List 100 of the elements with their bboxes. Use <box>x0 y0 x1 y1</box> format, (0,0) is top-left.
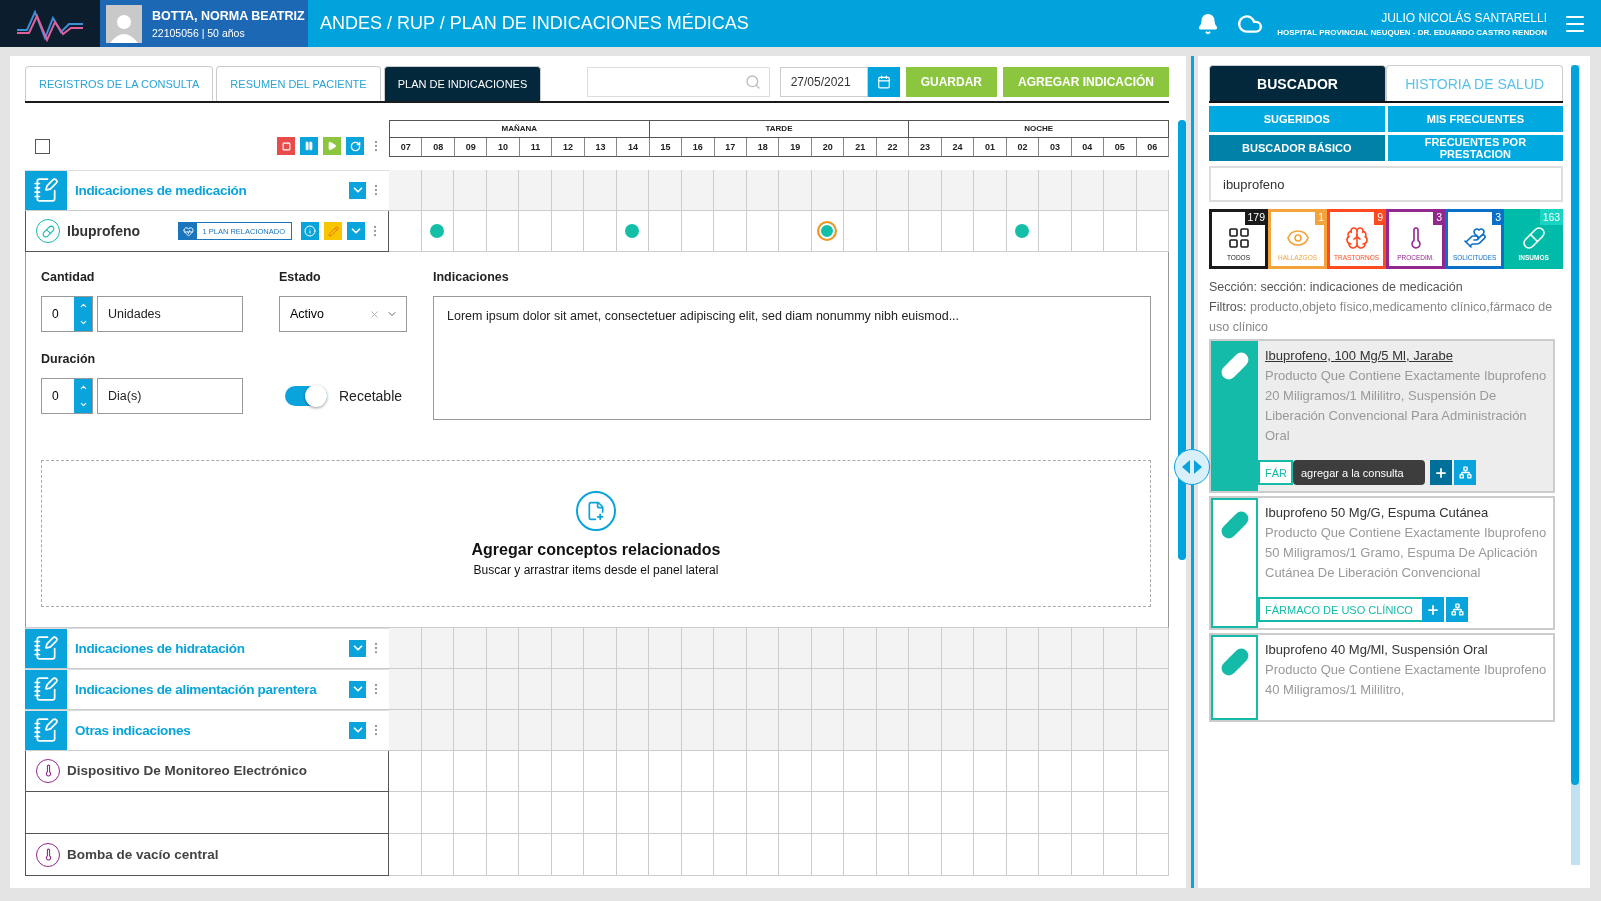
timeline-cell[interactable] <box>421 169 454 211</box>
timeline-cell[interactable] <box>974 834 1007 876</box>
timeline-cell[interactable] <box>909 668 942 710</box>
timeline-cell[interactable] <box>779 169 812 211</box>
result-card[interactable]: Ibuprofeno 50 Mg/G, Espuma Cutánea Producto Que Contiene Exactamente Ibuprofeno 50 Miligramos/1 Gramo, Espuma De Aplicación Cutánea De Liberación Convencional FÁRMACO DE USO CLÍNICO <box>1209 496 1556 630</box>
drop-zone[interactable]: Agregar conceptos relacionados Buscar y arrastrar items desde el panel lateral <box>41 460 1151 608</box>
timeline-cell[interactable] <box>974 210 1007 253</box>
timeline-cell[interactable] <box>519 750 552 793</box>
timeline-cell[interactable] <box>909 792 942 835</box>
timeline-cell[interactable] <box>454 792 487 835</box>
timeline-cell[interactable] <box>389 210 422 253</box>
timeline-cell[interactable] <box>486 628 519 669</box>
duration-unit-field[interactable]: Dia(s) <box>97 378 243 415</box>
timeline-cell[interactable] <box>974 750 1007 793</box>
timeline-cell[interactable] <box>714 169 747 211</box>
timeline-cell[interactable] <box>1006 628 1039 669</box>
timeline-cell[interactable] <box>746 792 779 835</box>
timeline-cell[interactable] <box>1039 668 1072 710</box>
timeline-cell[interactable] <box>876 628 909 669</box>
timeline-cell[interactable] <box>811 169 844 211</box>
timeline-cell[interactable] <box>909 834 942 876</box>
timeline-cell[interactable] <box>616 628 649 669</box>
timeline-cell[interactable] <box>876 834 909 876</box>
hierarchy-button[interactable] <box>1446 597 1468 622</box>
timeline-cell[interactable] <box>454 709 487 751</box>
timeline-cell[interactable] <box>941 834 974 876</box>
refresh-button[interactable] <box>346 137 364 156</box>
timeline-cell[interactable] <box>1039 169 1072 211</box>
edit-button[interactable] <box>324 222 342 241</box>
timeline-cell[interactable] <box>389 668 422 710</box>
timeline-cell[interactable] <box>681 834 714 876</box>
timeline-cell[interactable] <box>1104 668 1137 710</box>
add-button[interactable] <box>1422 597 1444 622</box>
result-title[interactable]: Ibuprofeno 50 Mg/G, Espuma Cutánea <box>1258 503 1554 523</box>
timeline-cell[interactable] <box>421 834 454 876</box>
timeline-cell[interactable] <box>551 792 584 835</box>
timeline-cell[interactable] <box>584 792 617 835</box>
timeline-cell[interactable] <box>1104 169 1137 211</box>
timeline-cell[interactable] <box>1071 834 1104 876</box>
timeline-cell[interactable] <box>876 169 909 211</box>
timeline-cell[interactable] <box>909 750 942 793</box>
timeline-cell[interactable] <box>454 750 487 793</box>
timeline-cell[interactable] <box>389 834 422 876</box>
timeline-cell[interactable] <box>584 210 617 253</box>
timeline-cell[interactable] <box>941 792 974 835</box>
dose-marker[interactable] <box>625 224 640 239</box>
timeline-cell[interactable] <box>551 169 584 211</box>
timeline-cell[interactable] <box>486 169 519 211</box>
quantity-field[interactable]: 0 <box>41 296 93 333</box>
timeline-cell[interactable] <box>584 169 617 211</box>
timeline-cell[interactable] <box>974 169 1007 211</box>
timeline-cell[interactable] <box>1006 792 1039 835</box>
timeline-cell[interactable] <box>811 628 844 669</box>
timeline-cell[interactable] <box>1071 792 1104 835</box>
current-dose-marker[interactable] <box>817 221 838 242</box>
timeline-cell[interactable] <box>844 750 877 793</box>
expand-button[interactable] <box>349 639 366 657</box>
timeline-cell[interactable] <box>974 792 1007 835</box>
timeline-cell[interactable] <box>779 709 812 751</box>
scrollbar-thumb[interactable] <box>1571 65 1580 785</box>
unit-field[interactable]: Unidades <box>97 296 243 333</box>
result-card[interactable]: Ibuprofeno, 100 Mg/5 Ml, Jarabe Producto Que Contiene Exactamente Ibuprofeno 20 Miligramos/1 Mililitro, Suspensión De Liberación Convencional Para Administración Oral FÁR agregar a la consulta <box>1209 339 1556 493</box>
timeline-cell[interactable] <box>649 668 682 710</box>
play-button[interactable] <box>323 137 341 156</box>
timeline-cell[interactable] <box>714 628 747 669</box>
timeline-cell[interactable] <box>811 834 844 876</box>
timeline-cell[interactable] <box>1039 792 1072 835</box>
timeline-cell[interactable] <box>649 834 682 876</box>
dose-marker[interactable] <box>1015 224 1030 239</box>
timeline-cell[interactable] <box>1006 834 1039 876</box>
timeline-cell[interactable] <box>974 709 1007 751</box>
search-field[interactable] <box>586 67 770 97</box>
timeline-cell[interactable] <box>486 792 519 835</box>
timeline-cell[interactable] <box>1104 210 1137 253</box>
timeline-cell[interactable] <box>1039 750 1072 793</box>
timeline-cell[interactable] <box>519 792 552 835</box>
timeline-cell[interactable] <box>519 210 552 253</box>
timeline-cell[interactable] <box>779 210 812 253</box>
timeline-cell[interactable] <box>779 668 812 710</box>
timeline-cell[interactable] <box>779 750 812 793</box>
timeline-cell[interactable] <box>1136 834 1169 876</box>
timeline-cell[interactable] <box>454 834 487 876</box>
timeline-cell[interactable] <box>616 169 649 211</box>
timeline-cell[interactable] <box>616 834 649 876</box>
timeline-cell[interactable] <box>844 834 877 876</box>
timeline-cell[interactable] <box>1104 750 1137 793</box>
timeline-cell[interactable] <box>1104 709 1137 751</box>
timeline-cell[interactable] <box>714 834 747 876</box>
timeline-cell[interactable] <box>421 628 454 669</box>
timeline-cell[interactable] <box>454 210 487 253</box>
search-field[interactable]: ibuprofeno <box>1209 166 1564 202</box>
timeline-cell[interactable] <box>519 709 552 751</box>
timeline-cell[interactable] <box>681 169 714 211</box>
state-select[interactable]: Activo <box>279 296 407 333</box>
expand-button[interactable] <box>349 721 366 739</box>
timeline-cell[interactable] <box>584 628 617 669</box>
bell-icon[interactable] <box>1197 12 1220 35</box>
timeline-cell[interactable] <box>649 709 682 751</box>
timeline-cell[interactable] <box>1039 709 1072 751</box>
hierarchy-button[interactable] <box>1454 460 1476 485</box>
